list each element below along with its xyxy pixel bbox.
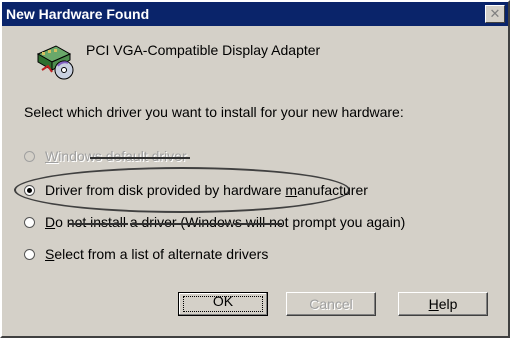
strikethrough-mark [234, 223, 282, 225]
strikethrough-mark [90, 157, 190, 159]
option-label-windows-default: Windows default driver [45, 148, 187, 164]
title-bar[interactable]: New Hardware Found ✕ [2, 2, 508, 26]
option-windows-default-driver: Windows default driver [24, 148, 187, 164]
ok-button[interactable]: OK [178, 292, 268, 316]
option-driver-from-disk[interactable]: Driver from disk provided by hardware ma… [24, 182, 368, 198]
option-label-select-alternate: Select from a list of alternate drivers [45, 246, 269, 262]
cancel-button: Cancel [286, 292, 376, 316]
close-icon: ✕ [489, 6, 501, 21]
option-do-not-install[interactable]: Do not install a driver (Windows will no… [24, 214, 405, 230]
new-hardware-dialog: New Hardware Found ✕ PCI VGA-Compatible … [0, 0, 510, 338]
device-name: PCI VGA-Compatible Display Adapter [86, 42, 321, 58]
instruction-text: Select which driver you want to install … [24, 104, 404, 120]
hardware-wizard-icon [36, 45, 74, 80]
radio-select-alternate[interactable] [24, 248, 35, 260]
strikethrough-mark [68, 223, 128, 225]
close-button[interactable]: ✕ [485, 5, 505, 23]
strikethrough-mark [130, 223, 230, 225]
option-label-do-not-install: Do not install a driver (Windows will no… [45, 214, 406, 230]
window-title: New Hardware Found [6, 6, 150, 22]
option-label-driver-from-disk: Driver from disk provided by hardware ma… [45, 182, 368, 198]
help-button[interactable]: Help [398, 292, 488, 316]
radio-driver-from-disk[interactable] [24, 184, 35, 196]
radio-windows-default [24, 150, 35, 162]
radio-do-not-install[interactable] [24, 216, 35, 228]
option-select-alternate[interactable]: Select from a list of alternate drivers [24, 246, 268, 262]
